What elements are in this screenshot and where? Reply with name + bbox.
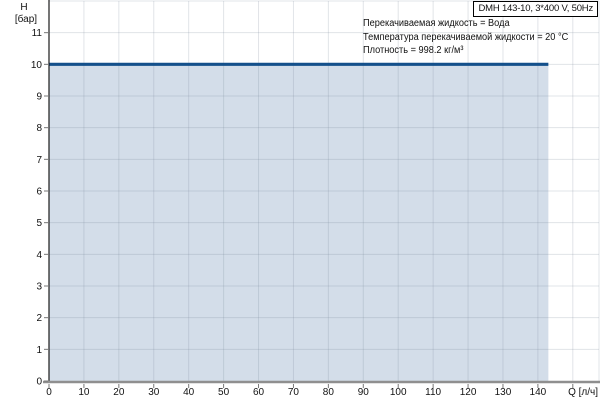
y-tick-label: 3: [36, 282, 42, 293]
y-tick-label: 8: [36, 123, 42, 134]
y-tick-label: 6: [36, 187, 42, 198]
y-tick-label: 5: [36, 218, 42, 229]
x-tick-label: 0: [46, 387, 52, 398]
y-axis-title: H: [20, 2, 27, 13]
x-axis-title: Q [л/ч]: [568, 387, 598, 398]
y-tick-label: 4: [36, 250, 42, 261]
x-tick-label: 50: [218, 387, 230, 398]
x-tick-label: 10: [78, 387, 90, 398]
pump-model-label: DMH 143-10, 3*400 V, 50Hz: [478, 3, 593, 14]
y-tick-label: 11: [32, 28, 43, 39]
y-tick-label: 2: [36, 313, 42, 324]
y-tick-label: 9: [36, 92, 42, 103]
y-tick-label: 10: [31, 60, 43, 71]
annotation-density: Плотность = 998.2 кг/м³: [363, 45, 464, 56]
x-tick-label: 140: [530, 387, 547, 398]
x-tick-label: 40: [183, 387, 195, 398]
x-tick-label: 100: [390, 387, 407, 398]
x-tick-label: 130: [495, 387, 512, 398]
annotation-pumped-liquid: Перекачиваемая жидкость = Вода: [363, 18, 510, 29]
annotation-liquid-temperature: Температура перекачиваемой жидкости = 20…: [363, 31, 569, 43]
x-tick-label: 120: [460, 387, 477, 398]
pump-model-badge: DMH 143-10, 3*400 V, 50Hz: [473, 1, 598, 17]
x-tick-label: 20: [113, 387, 125, 398]
x-tick-label: 80: [323, 387, 335, 398]
y-axis-unit-label: [бар]: [15, 13, 37, 25]
chart-annotations: Перекачиваемая жидкость = Вода Температу…: [363, 17, 568, 58]
pump-curve-chart: 0 10 20 30 40 50 60 70 80 90 100 110 120 130 140 0 1 2 3 4 5…: [15, 0, 600, 398]
x-tick-label: 30: [148, 387, 160, 398]
x-tick-label: 70: [288, 387, 300, 398]
x-tick-label: 110: [425, 387, 441, 398]
y-tick-label: 7: [36, 155, 42, 166]
y-tick-label: 0: [36, 377, 42, 388]
pump-performance-chart-screen: 0 10 20 30 40 50 60 70 80 90 100 110 120 130 140 0 1 2 3 4 5…: [0, 0, 600, 400]
x-tick-label: 90: [358, 387, 370, 398]
x-tick-label: 60: [253, 387, 265, 398]
y-tick-label: 1: [36, 345, 42, 356]
